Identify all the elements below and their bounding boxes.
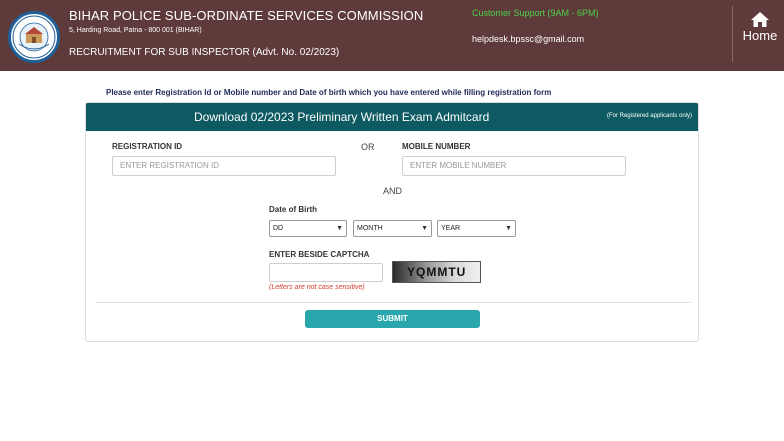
org-name: BIHAR POLICE SUB-ORDINATE SERVICES COMMI… <box>69 8 424 23</box>
captcha-input[interactable] <box>269 263 383 282</box>
org-address: 5, Harding Road, Patna - 800 001 (BIHAR) <box>69 27 202 34</box>
and-separator: AND <box>383 186 403 196</box>
chevron-down-icon: ▼ <box>421 225 428 232</box>
panel-title: Download 02/2023 Preliminary Written Exa… <box>194 110 490 124</box>
registration-id-input[interactable]: ENTER REGISTRATION ID <box>112 156 336 176</box>
header-divider <box>732 6 733 62</box>
panel-note: (For Registered applicants only) <box>606 113 692 119</box>
captcha-code: YQMMTU <box>407 265 467 279</box>
helpdesk-email[interactable]: helpdesk.bpssc@gmail.com <box>472 34 584 44</box>
dob-day-select[interactable]: DD ▼ <box>269 220 347 237</box>
dob-day-value: DD <box>273 225 284 232</box>
chevron-down-icon: ▼ <box>336 225 343 232</box>
dob-month-value: MONTH <box>357 225 383 232</box>
panel-header: Download 02/2023 Preliminary Written Exa… <box>86 103 698 131</box>
dob-year-value: YEAR <box>441 225 461 232</box>
form-divider <box>95 302 691 303</box>
captcha-image: YQMMTU <box>392 261 481 283</box>
captcha-label: ENTER BESIDE CAPTCHA <box>269 250 370 259</box>
dob-label: Date of Birth <box>269 205 317 214</box>
registration-id-label: REGISTRATION ID <box>112 142 183 151</box>
recruitment-title: RECRUITMENT FOR SUB INSPECTOR (Advt. No.… <box>69 47 340 58</box>
or-separator: OR <box>361 142 375 152</box>
dob-year-select[interactable]: YEAR ▼ <box>437 220 516 237</box>
captcha-hint: (Letters are not case sensitive) <box>269 284 365 291</box>
submit-button[interactable]: SUBMIT <box>305 310 480 328</box>
dob-month-select[interactable]: MONTH ▼ <box>353 220 432 237</box>
bpssc-logo <box>8 11 60 63</box>
house-icon <box>751 12 769 27</box>
chevron-down-icon: ▼ <box>505 225 512 232</box>
form-instruction: Please enter Registration Id or Mobile n… <box>106 88 552 97</box>
admitcard-panel: Download 02/2023 Preliminary Written Exa… <box>85 102 699 342</box>
home-label: Home <box>742 28 778 43</box>
home-link[interactable]: Home <box>740 12 780 43</box>
customer-support-text: Customer Support (9AM - 6PM) <box>472 8 599 18</box>
site-header: BIHAR POLICE SUB-ORDINATE SERVICES COMMI… <box>0 0 784 71</box>
mobile-number-input[interactable]: ENTER MOBILE NUMBER <box>402 156 626 176</box>
mobile-number-label: MOBILE NUMBER <box>402 142 471 151</box>
